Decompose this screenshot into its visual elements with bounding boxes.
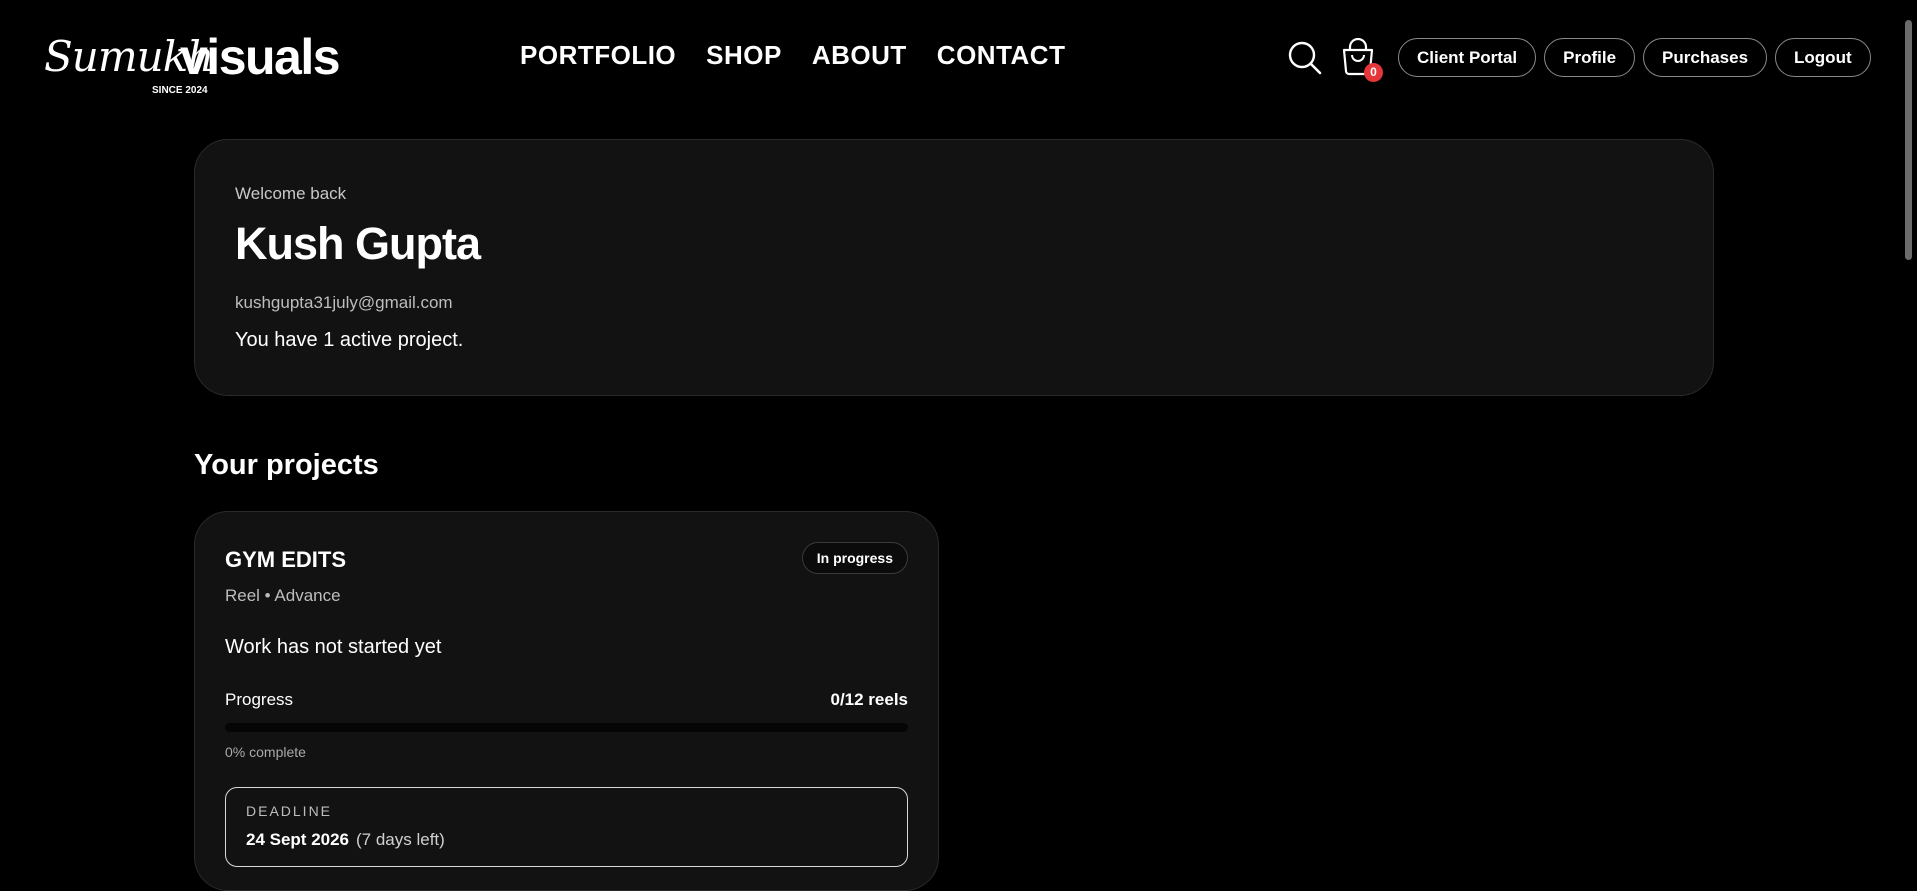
progress-count: 0/12 reels	[830, 690, 908, 709]
status-badge: In progress	[801, 542, 908, 574]
user-name: Kush Gupta	[235, 218, 481, 269]
deadline-label: DEADLINE	[246, 803, 333, 819]
welcome-subtitle: Welcome back	[235, 184, 347, 203]
projects-heading: Your projects	[194, 449, 379, 481]
nav-item-about[interactable]: ABOUT	[812, 40, 907, 71]
site-header: Sumukh visuals SINCE 2024 PORTFOLIO SHOP…	[0, 0, 1900, 115]
cart-button[interactable]: 0	[1340, 37, 1386, 84]
page-scrollbar[interactable]	[1900, 0, 1917, 857]
deadline-box: DEADLINE 24 Sept 2026 (7 days left)	[225, 787, 908, 867]
search-icon[interactable]	[1287, 40, 1323, 76]
profile-button[interactable]: Profile	[1544, 38, 1636, 77]
purchases-button[interactable]: Purchases	[1643, 38, 1768, 77]
main-nav: PORTFOLIO SHOP ABOUT CONTACT	[520, 40, 1065, 71]
user-email: kushgupta31july@gmail.com	[235, 293, 453, 312]
nav-item-contact[interactable]: CONTACT	[937, 40, 1066, 71]
project-card[interactable]: GYM EDITS In progress Reel • Advance Wor…	[194, 511, 939, 891]
scrollbar-thumb[interactable]	[1905, 20, 1912, 260]
progress-label: Progress	[225, 690, 294, 709]
project-status-text: Work has not started yet	[225, 636, 442, 658]
cart-count-badge: 0	[1364, 63, 1383, 82]
logo-since-text: SINCE 2024	[152, 85, 208, 96]
deadline-days-left: (7 days left)	[356, 830, 445, 849]
nav-item-shop[interactable]: SHOP	[706, 40, 782, 71]
active-projects-summary: You have 1 active project.	[235, 329, 464, 351]
project-meta: Reel • Advance	[225, 586, 341, 605]
client-portal-button[interactable]: Client Portal	[1398, 38, 1537, 77]
deadline-date: 24 Sept 2026	[246, 830, 350, 849]
project-name: GYM EDITS	[225, 547, 347, 572]
welcome-card: Welcome back Kush Gupta kushgupta31july@…	[194, 139, 1714, 396]
nav-item-portfolio[interactable]: PORTFOLIO	[520, 40, 676, 71]
brand-logo[interactable]: Sumukh visuals SINCE 2024	[44, 22, 341, 102]
progress-percent-text: 0% complete	[225, 744, 306, 760]
account-actions: Client Portal Profile Purchases Logout	[1398, 38, 1871, 77]
logo-bold-text: visuals	[180, 29, 341, 85]
logout-button[interactable]: Logout	[1775, 38, 1871, 77]
progress-bar	[225, 723, 908, 732]
